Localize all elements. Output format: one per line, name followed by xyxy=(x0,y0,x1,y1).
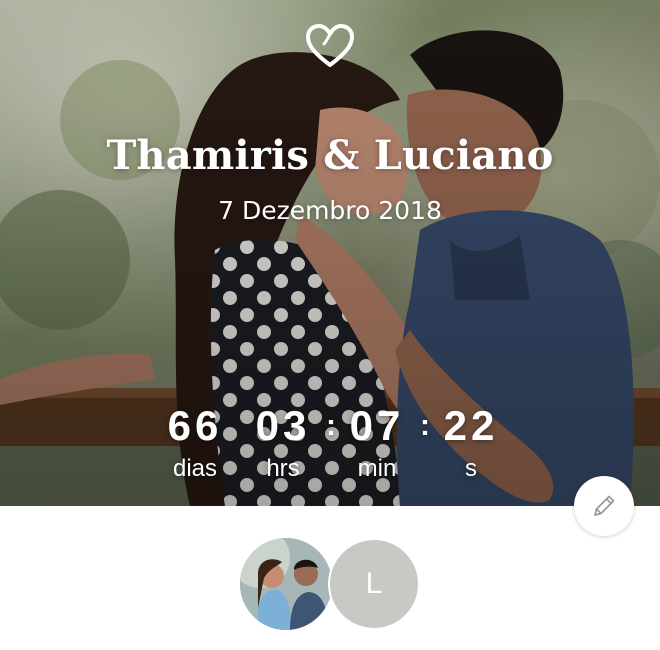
edit-button[interactable] xyxy=(574,476,634,536)
hero-photo: Thamiris & Luciano 7 Dezembro 2018 66 di… xyxy=(0,0,660,506)
couple-avatar-photo xyxy=(240,538,332,630)
countdown-seconds-label: s xyxy=(465,455,477,482)
pencil-icon xyxy=(594,495,615,516)
couple-names-title: Thamiris & Luciano xyxy=(106,132,554,179)
countdown-minutes: 07 min xyxy=(332,400,422,484)
countdown-days: 66 dias xyxy=(150,400,240,484)
countdown-days-label: dias xyxy=(172,455,218,482)
countdown-minutes-value: 07 xyxy=(349,402,405,449)
countdown-seconds-value: 22 xyxy=(443,402,499,449)
members-avatars: L xyxy=(240,538,430,632)
member-avatar-initial[interactable]: L xyxy=(328,538,420,630)
countdown-seconds: 22 s xyxy=(426,400,516,484)
wedding-date: 7 Dezembro 2018 xyxy=(218,196,442,225)
countdown-hours: 03 hrs xyxy=(238,400,328,484)
heart-outline-icon xyxy=(306,24,354,67)
couple-avatar[interactable] xyxy=(240,538,332,630)
countdown-timer: 66 dias 03 hrs : 07 min : 22 s xyxy=(150,400,520,490)
countdown-hours-value: 03 xyxy=(255,402,311,449)
countdown-hours-label: hrs xyxy=(266,455,300,482)
countdown-days-value: 66 xyxy=(167,402,223,449)
countdown-minutes-label: min xyxy=(357,455,397,482)
